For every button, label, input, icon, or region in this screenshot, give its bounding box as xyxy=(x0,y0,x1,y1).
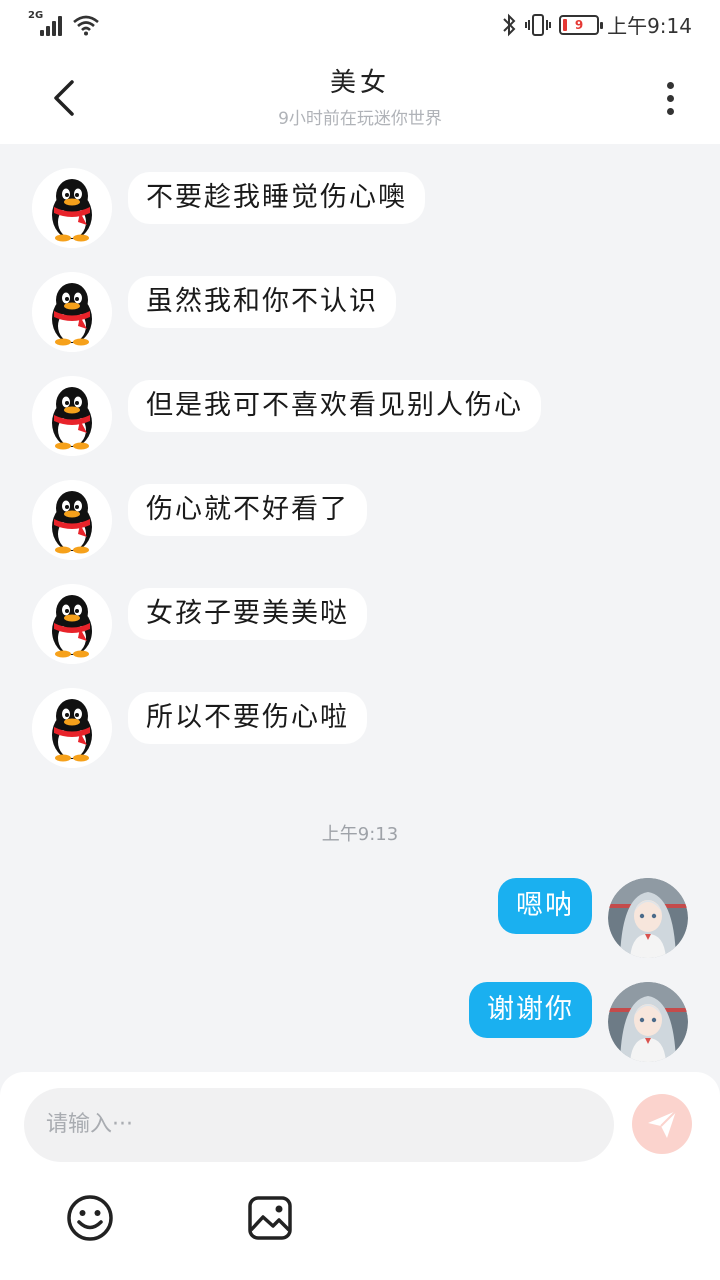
incoming-message: 但是我可不喜欢看见别人伤心 xyxy=(32,376,541,456)
message-bubble[interactable]: 伤心就不好看了 xyxy=(128,484,367,536)
anime-girl-avatar[interactable] xyxy=(608,878,688,958)
status-bar: 2G 9 上午9:14 xyxy=(0,0,720,48)
send-button[interactable] xyxy=(632,1094,692,1154)
message-bubble[interactable]: 嗯呐 xyxy=(498,878,592,934)
anime-girl-avatar[interactable] xyxy=(608,982,688,1062)
bluetooth-icon xyxy=(503,13,516,36)
status-clock: 上午9:14 xyxy=(607,14,692,38)
input-placeholder: 请输入··· xyxy=(46,1112,133,1137)
outgoing-message: 谢谢你 xyxy=(469,982,688,1062)
penguin-avatar[interactable] xyxy=(32,584,112,664)
incoming-message: 女孩子要美美哒 xyxy=(32,584,367,664)
incoming-message: 虽然我和你不认识 xyxy=(32,272,396,352)
more-vertical-icon xyxy=(666,81,674,89)
vibrate-icon xyxy=(525,13,552,36)
cell-signal-icon: 2G xyxy=(28,10,64,36)
chat-header: 美女 9小时前在玩迷你世界 xyxy=(0,48,720,144)
message-input[interactable]: 请输入··· xyxy=(24,1088,614,1162)
incoming-message: 不要趁我睡觉伤心噢 xyxy=(32,168,425,248)
contact-status: 9小时前在玩迷你世界 xyxy=(278,109,442,129)
message-bubble[interactable]: 但是我可不喜欢看见别人伤心 xyxy=(128,380,541,432)
penguin-avatar[interactable] xyxy=(32,272,112,352)
paper-plane-icon xyxy=(648,1110,677,1138)
message-bubble[interactable]: 所以不要伤心啦 xyxy=(128,692,367,744)
message-bubble[interactable]: 谢谢你 xyxy=(469,982,592,1038)
contact-name: 美女 xyxy=(329,68,390,98)
penguin-avatar[interactable] xyxy=(32,688,112,768)
penguin-avatar[interactable] xyxy=(32,480,112,560)
outgoing-message: 嗯呐 xyxy=(498,878,688,958)
penguin-avatar[interactable] xyxy=(32,376,112,456)
battery-level: 9 xyxy=(574,17,584,32)
image-icon[interactable] xyxy=(244,1192,296,1244)
message-bubble[interactable]: 女孩子要美美哒 xyxy=(128,588,367,640)
smiley-icon[interactable] xyxy=(64,1192,116,1244)
incoming-message: 所以不要伤心啦 xyxy=(32,688,367,768)
incoming-message: 伤心就不好看了 xyxy=(32,480,367,560)
time-separator: 上午9:13 xyxy=(321,824,399,845)
more-options-button[interactable] xyxy=(646,74,694,122)
penguin-avatar[interactable] xyxy=(32,168,112,248)
message-bubble[interactable]: 不要趁我睡觉伤心噢 xyxy=(128,172,425,224)
wifi-icon xyxy=(73,15,99,36)
battery-icon: 9 xyxy=(559,14,604,35)
composer-panel: 请输入··· xyxy=(0,1072,720,1280)
network-type: 2G xyxy=(28,10,44,21)
message-list[interactable]: 不要趁我睡觉伤心噢 虽然我和你不认识 但是我可不喜欢看见别人伤心 伤心就不好看了… xyxy=(0,144,720,1074)
message-bubble[interactable]: 虽然我和你不认识 xyxy=(128,276,396,328)
